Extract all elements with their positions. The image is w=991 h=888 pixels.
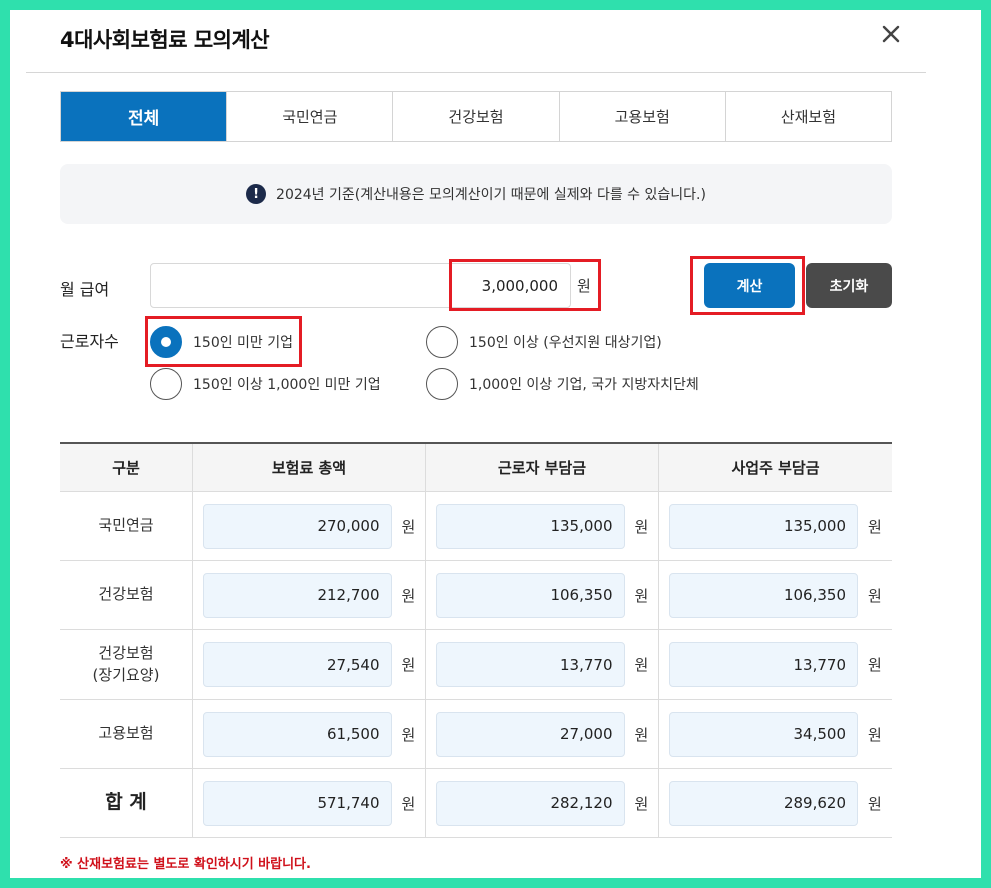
radio-button[interactable] (150, 326, 182, 358)
unit-label: 원 (868, 794, 882, 813)
column-header: 사업주 부담금 (731, 459, 820, 477)
tab-employment-insurance[interactable]: 고용보험 (558, 92, 725, 141)
total-amount: 270,000 (202, 503, 392, 549)
salary-input[interactable] (178, 264, 558, 307)
unit-label: 원 (634, 517, 649, 536)
calculate-button[interactable]: 계산 (704, 263, 795, 308)
row-label: 합 계 (105, 791, 147, 814)
row-label: 고용보험 (98, 724, 154, 743)
tab-all[interactable]: 전체 (61, 92, 227, 141)
notice-box: ! 2024년 기준(계산내용은 모의계산이기 때문에 실제와 다를 수 있습니… (60, 164, 892, 224)
tab-industrial-accident-insurance[interactable]: 산재보험 (724, 92, 892, 141)
insurance-calculator-modal: 4대사회보험료 모의계산 전체 국민연금 건강보험 고용보험 산재보험 ! 20… (10, 10, 981, 878)
footnote: ※ 산재보험료는 별도로 확인하시기 바랍니다. (60, 857, 311, 872)
unit-label: 원 (401, 586, 416, 605)
unit-label: 원 (634, 794, 649, 813)
radio-button[interactable] (426, 368, 458, 400)
row-label: 건강보험 (98, 585, 154, 604)
exclamation-icon: ! (246, 184, 267, 204)
unit-label: 원 (634, 725, 649, 744)
table-row: 건강보험 (장기요양) 27,540 원 13,770 원 13,770 원 (60, 630, 892, 700)
unit-label: 원 (634, 586, 649, 605)
radio-label: 150인 이상 (우선지원 대상기업) (469, 335, 662, 351)
radio-under-150[interactable]: 150인 미만 기업 (150, 326, 293, 358)
radio-1000-plus-government[interactable]: 1,000인 이상 기업, 국가 지방자치단체 (426, 368, 699, 400)
total-amount: 27,540 (202, 642, 392, 687)
table-row: 건강보험 212,700 원 106,350 원 106,350 원 (60, 561, 892, 630)
table-row: 국민연금 270,000 원 135,000 원 135,000 원 (60, 492, 892, 561)
row-label: 국민연금 (98, 516, 154, 535)
employer-amount: 34,500 (669, 711, 858, 757)
radio-150-plus-priority[interactable]: 150인 이상 (우선지원 대상기업) (426, 326, 662, 358)
unit-label: 원 (401, 725, 416, 744)
radio-button[interactable] (150, 368, 182, 400)
radio-150-to-1000[interactable]: 150인 이상 1,000인 미만 기업 (150, 368, 381, 400)
employer-amount: 106,350 (669, 572, 858, 618)
column-header: 근로자 부담금 (426, 444, 659, 491)
salary-label: 월 급여 (60, 280, 110, 299)
table-header-row: 구분 보험료 총액 근로자 부담금 사업주 부담금 (60, 444, 892, 492)
unit-label: 원 (401, 517, 416, 536)
modal-title: 4대사회보험료 모의계산 (60, 28, 270, 52)
employer-amount: 289,620 (669, 780, 858, 826)
row-label: 건강보험 (장기요양) (92, 643, 160, 684)
table-row: 고용보험 61,500 원 27,000 원 34,500 원 (60, 700, 892, 769)
total-amount: 571,740 (202, 780, 392, 826)
salary-field[interactable] (150, 263, 571, 308)
column-header: 구분 (60, 444, 193, 491)
notice-text: 2024년 기준(계산내용은 모의계산이기 때문에 실제와 다를 수 있습니다.… (276, 187, 706, 203)
header-divider (26, 72, 926, 73)
unit-label: 원 (401, 656, 416, 674)
employer-amount: 135,000 (669, 503, 858, 549)
tab-national-pension[interactable]: 국민연금 (226, 92, 393, 141)
salary-unit: 원 (577, 277, 591, 295)
worker-amount: 106,350 (435, 572, 625, 618)
close-icon[interactable] (877, 20, 905, 48)
unit-label: 원 (868, 725, 882, 744)
radio-label: 1,000인 이상 기업, 국가 지방자치단체 (469, 377, 699, 393)
close-button[interactable] (877, 20, 905, 48)
worker-amount: 27,000 (435, 711, 625, 757)
total-amount: 212,700 (202, 572, 392, 618)
unit-label: 원 (868, 517, 882, 536)
results-table: 구분 보험료 총액 근로자 부담금 사업주 부담금 국민연금 270,000 원 … (60, 442, 892, 838)
reset-button[interactable]: 초기화 (806, 263, 892, 308)
tab-bar: 전체 국민연금 건강보험 고용보험 산재보험 (60, 91, 892, 142)
unit-label: 원 (868, 656, 882, 674)
worker-amount: 135,000 (435, 503, 625, 549)
radio-button[interactable] (426, 326, 458, 358)
unit-label: 원 (868, 586, 882, 605)
worker-amount: 282,120 (435, 780, 625, 826)
workers-label: 근로자수 (60, 332, 119, 351)
column-header: 보험료 총액 (193, 444, 426, 491)
total-amount: 61,500 (202, 711, 392, 757)
employer-amount: 13,770 (669, 642, 858, 687)
radio-label: 150인 미만 기업 (193, 335, 294, 351)
unit-label: 원 (401, 794, 416, 813)
worker-amount: 13,770 (435, 642, 625, 687)
radio-label: 150인 이상 1,000인 미만 기업 (193, 377, 381, 393)
unit-label: 원 (634, 656, 649, 674)
tab-health-insurance[interactable]: 건강보험 (392, 92, 559, 141)
table-row-total: 합 계 571,740 원 282,120 원 289,620 원 (60, 769, 892, 838)
